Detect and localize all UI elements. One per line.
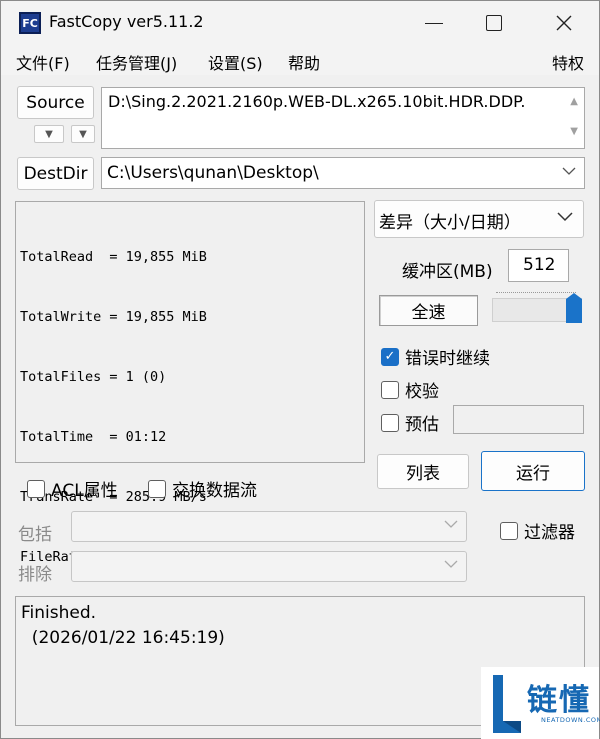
speed-slider-thumb[interactable] [566, 293, 582, 323]
log-line: (2026/01/22 16:45:19) [21, 628, 225, 648]
menu-file[interactable]: 文件(F) [16, 50, 70, 74]
checkbox-box [500, 521, 518, 540]
source-path-field[interactable]: D:\Sing.2.2021.2160p.WEB-DL.x265.10bit.H… [101, 87, 585, 149]
filter-label: 过滤器 [524, 523, 575, 543]
verify-label: 校验 [405, 382, 439, 402]
menu-settings[interactable]: 设置(S) [208, 50, 263, 74]
source-expand-button[interactable]: ▼ [71, 125, 95, 143]
checkbox-box [27, 479, 45, 498]
streams-label: 交换数据流 [172, 481, 257, 501]
include-combo [71, 511, 467, 542]
stats-panel: TotalRead = 19,855 MiB TotalWrite = 19,8… [15, 201, 365, 565]
chevron-down-icon[interactable] [562, 166, 576, 176]
triangle-down-icon: ▼ [79, 128, 87, 140]
buffer-size-input[interactable]: 512 [508, 249, 569, 282]
estimate-label: 预估 [405, 415, 439, 435]
copy-mode-value: 差异（大小/日期） [379, 213, 521, 233]
estimate-checkbox[interactable]: 预估 [381, 410, 439, 435]
scroll-up-icon[interactable]: ▲ [570, 96, 578, 107]
speed-slider-ticks [496, 292, 576, 296]
source-history-button[interactable]: ▼ [34, 125, 64, 143]
exclude-label: 排除 [18, 565, 52, 585]
watermark: 链懂 NEATDOWN.COM [481, 667, 600, 739]
source-path-text: D:\Sing.2.2021.2160p.WEB-DL.x265.10bit.H… [108, 92, 526, 111]
app-icon: FC [19, 12, 41, 34]
streams-checkbox[interactable]: 交换数据流 [148, 476, 257, 501]
speed-button[interactable]: 全速 [379, 295, 478, 326]
close-button[interactable] [531, 1, 597, 45]
verify-checkbox[interactable]: 校验 [381, 377, 439, 402]
acl-label: ACL属性 [51, 481, 118, 501]
watermark-title: 链懂 [527, 683, 591, 718]
fastcopy-window: FC FastCopy ver5.11.2 文件(F) 任务管理(J) 设置(S… [0, 0, 600, 739]
log-line: Finished. [21, 603, 97, 623]
close-icon [556, 15, 572, 31]
checkbox-box [381, 380, 399, 399]
run-button[interactable]: 运行 [481, 451, 585, 491]
checkmark-icon: ✓ [381, 347, 399, 366]
chevron-down-icon [444, 560, 458, 568]
stat-total-files: TotalFiles = 1 (0) [20, 369, 167, 385]
source-button[interactable]: Source [17, 86, 94, 119]
acl-checkbox[interactable]: ACL属性 [27, 476, 118, 501]
buffer-label: 缓冲区(MB) [402, 262, 493, 282]
menu-tasks[interactable]: 任务管理(J) [96, 50, 177, 74]
maximize-button[interactable] [461, 1, 527, 45]
chevron-down-icon [444, 520, 458, 528]
estimate-field [453, 405, 584, 434]
menu-help[interactable]: 帮助 [288, 50, 320, 74]
stat-total-time: TotalTime = 01:12 [20, 429, 167, 445]
continue-on-error-label: 错误时继续 [405, 349, 490, 369]
minimize-icon [425, 22, 443, 24]
continue-on-error-checkbox[interactable]: ✓ 错误时继续 [381, 344, 490, 369]
destdir-combo[interactable]: C:\Users\qunan\Desktop\ [101, 157, 585, 189]
checkbox-box [148, 479, 166, 498]
chevron-down-icon [557, 212, 573, 222]
maximize-icon [486, 15, 502, 31]
neatdown-logo-icon [493, 675, 521, 733]
destdir-button[interactable]: DestDir [17, 157, 94, 190]
title-bar: FC FastCopy ver5.11.2 [1, 1, 599, 45]
list-button[interactable]: 列表 [377, 454, 469, 489]
menu-special[interactable]: 特权 [552, 50, 584, 74]
watermark-url: NEATDOWN.COM [541, 716, 600, 724]
triangle-down-icon: ▼ [45, 128, 53, 140]
include-label: 包括 [18, 525, 52, 545]
exclude-combo [71, 551, 467, 582]
minimize-button[interactable] [401, 1, 467, 45]
checkbox-box [381, 413, 399, 432]
stat-total-read: TotalRead = 19,855 MiB [20, 249, 207, 265]
filter-checkbox[interactable]: 过滤器 [500, 518, 575, 543]
destdir-path-text: C:\Users\qunan\Desktop\ [107, 163, 319, 183]
window-title: FastCopy ver5.11.2 [49, 12, 204, 31]
menu-bar: 文件(F) 任务管理(J) 设置(S) 帮助 特权 [1, 45, 599, 75]
copy-mode-select[interactable]: 差异（大小/日期） [374, 200, 584, 238]
scroll-down-icon[interactable]: ▼ [570, 126, 578, 137]
stat-total-write: TotalWrite = 19,855 MiB [20, 309, 207, 325]
